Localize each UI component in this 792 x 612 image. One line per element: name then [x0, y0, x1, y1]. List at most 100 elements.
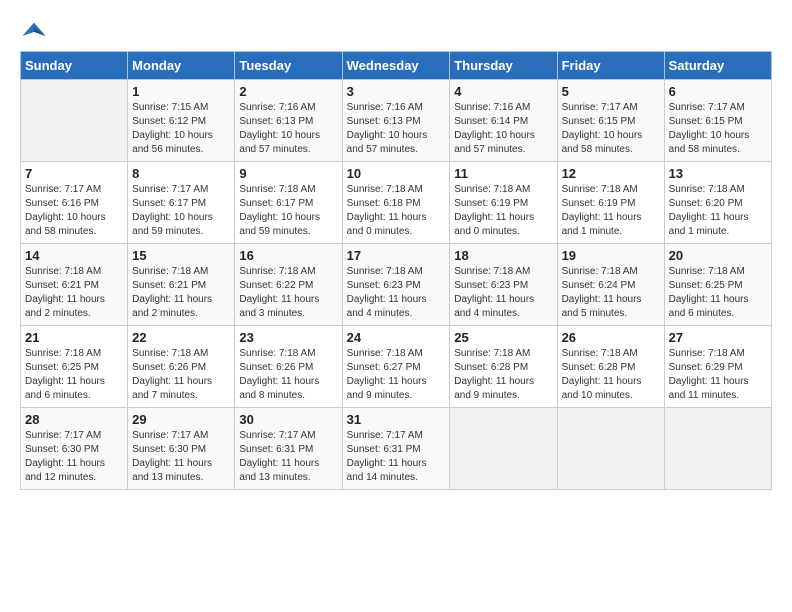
week-row-4: 21 Sunrise: 7:18 AM Sunset: 6:25 PM Dayli…	[21, 326, 772, 408]
calendar-cell: 22 Sunrise: 7:18 AM Sunset: 6:26 PM Dayli…	[128, 326, 235, 408]
calendar-cell: 31 Sunrise: 7:17 AM Sunset: 6:31 PM Dayli…	[342, 408, 450, 490]
day-number: 24	[347, 330, 446, 345]
day-info: Sunrise: 7:16 AM Sunset: 6:13 PM Dayligh…	[347, 101, 446, 157]
calendar-cell: 2 Sunrise: 7:16 AM Sunset: 6:13 PM Daylig…	[235, 80, 342, 162]
day-number: 31	[347, 412, 446, 427]
day-info: Sunrise: 7:18 AM Sunset: 6:20 PM Dayligh…	[669, 183, 767, 239]
calendar-cell: 1 Sunrise: 7:15 AM Sunset: 6:12 PM Daylig…	[128, 80, 235, 162]
calendar-cell: 3 Sunrise: 7:16 AM Sunset: 6:13 PM Daylig…	[342, 80, 450, 162]
days-header-row: SundayMondayTuesdayWednesdayThursdayFrid…	[21, 52, 772, 80]
day-info: Sunrise: 7:18 AM Sunset: 6:26 PM Dayligh…	[239, 347, 337, 403]
day-number: 17	[347, 248, 446, 263]
calendar-cell	[450, 408, 557, 490]
logo	[20, 20, 52, 41]
day-number: 19	[562, 248, 660, 263]
day-info: Sunrise: 7:17 AM Sunset: 6:31 PM Dayligh…	[347, 429, 446, 485]
day-info: Sunrise: 7:18 AM Sunset: 6:24 PM Dayligh…	[562, 265, 660, 321]
day-number: 29	[132, 412, 230, 427]
day-info: Sunrise: 7:18 AM Sunset: 6:19 PM Dayligh…	[562, 183, 660, 239]
day-number: 7	[25, 166, 123, 181]
day-number: 1	[132, 84, 230, 99]
week-row-5: 28 Sunrise: 7:17 AM Sunset: 6:30 PM Dayli…	[21, 408, 772, 490]
day-number: 9	[239, 166, 337, 181]
calendar-cell: 29 Sunrise: 7:17 AM Sunset: 6:30 PM Dayli…	[128, 408, 235, 490]
calendar-cell: 21 Sunrise: 7:18 AM Sunset: 6:25 PM Dayli…	[21, 326, 128, 408]
day-number: 13	[669, 166, 767, 181]
day-info: Sunrise: 7:16 AM Sunset: 6:14 PM Dayligh…	[454, 101, 552, 157]
day-info: Sunrise: 7:17 AM Sunset: 6:17 PM Dayligh…	[132, 183, 230, 239]
day-info: Sunrise: 7:17 AM Sunset: 6:30 PM Dayligh…	[132, 429, 230, 485]
day-info: Sunrise: 7:18 AM Sunset: 6:28 PM Dayligh…	[454, 347, 552, 403]
day-number: 3	[347, 84, 446, 99]
calendar-cell: 13 Sunrise: 7:18 AM Sunset: 6:20 PM Dayli…	[664, 162, 771, 244]
day-number: 16	[239, 248, 337, 263]
day-info: Sunrise: 7:18 AM Sunset: 6:19 PM Dayligh…	[454, 183, 552, 239]
calendar-cell: 23 Sunrise: 7:18 AM Sunset: 6:26 PM Dayli…	[235, 326, 342, 408]
day-header-wednesday: Wednesday	[342, 52, 450, 80]
day-info: Sunrise: 7:18 AM Sunset: 6:25 PM Dayligh…	[25, 347, 123, 403]
day-info: Sunrise: 7:18 AM Sunset: 6:26 PM Dayligh…	[132, 347, 230, 403]
day-info: Sunrise: 7:18 AM Sunset: 6:23 PM Dayligh…	[347, 265, 446, 321]
day-header-monday: Monday	[128, 52, 235, 80]
week-row-1: 1 Sunrise: 7:15 AM Sunset: 6:12 PM Daylig…	[21, 80, 772, 162]
day-info: Sunrise: 7:18 AM Sunset: 6:22 PM Dayligh…	[239, 265, 337, 321]
day-number: 30	[239, 412, 337, 427]
day-info: Sunrise: 7:17 AM Sunset: 6:15 PM Dayligh…	[669, 101, 767, 157]
calendar-cell: 19 Sunrise: 7:18 AM Sunset: 6:24 PM Dayli…	[557, 244, 664, 326]
day-number: 18	[454, 248, 552, 263]
calendar-cell: 28 Sunrise: 7:17 AM Sunset: 6:30 PM Dayli…	[21, 408, 128, 490]
calendar-cell: 5Sunrise: 7:17 AM Sunset: 6:15 PM Daylig…	[557, 80, 664, 162]
day-number: 23	[239, 330, 337, 345]
calendar-cell: 10 Sunrise: 7:18 AM Sunset: 6:18 PM Dayli…	[342, 162, 450, 244]
day-number: 12	[562, 166, 660, 181]
day-number: 22	[132, 330, 230, 345]
day-number: 28	[25, 412, 123, 427]
calendar-cell: 7Sunrise: 7:17 AM Sunset: 6:16 PM Daylig…	[21, 162, 128, 244]
calendar-cell: 14 Sunrise: 7:18 AM Sunset: 6:21 PM Dayli…	[21, 244, 128, 326]
calendar-cell: 30Sunrise: 7:17 AM Sunset: 6:31 PM Dayli…	[235, 408, 342, 490]
calendar-table: SundayMondayTuesdayWednesdayThursdayFrid…	[20, 51, 772, 490]
day-number: 20	[669, 248, 767, 263]
calendar-cell	[557, 408, 664, 490]
day-info: Sunrise: 7:18 AM Sunset: 6:28 PM Dayligh…	[562, 347, 660, 403]
day-info: Sunrise: 7:18 AM Sunset: 6:23 PM Dayligh…	[454, 265, 552, 321]
day-number: 10	[347, 166, 446, 181]
day-header-tuesday: Tuesday	[235, 52, 342, 80]
day-info: Sunrise: 7:16 AM Sunset: 6:13 PM Dayligh…	[239, 101, 337, 157]
calendar-cell: 20 Sunrise: 7:18 AM Sunset: 6:25 PM Dayli…	[664, 244, 771, 326]
calendar-cell: 26Sunrise: 7:18 AM Sunset: 6:28 PM Dayli…	[557, 326, 664, 408]
week-row-3: 14 Sunrise: 7:18 AM Sunset: 6:21 PM Dayli…	[21, 244, 772, 326]
day-number: 21	[25, 330, 123, 345]
day-number: 27	[669, 330, 767, 345]
day-info: Sunrise: 7:17 AM Sunset: 6:30 PM Dayligh…	[25, 429, 123, 485]
day-info: Sunrise: 7:18 AM Sunset: 6:17 PM Dayligh…	[239, 183, 337, 239]
day-info: Sunrise: 7:18 AM Sunset: 6:25 PM Dayligh…	[669, 265, 767, 321]
day-header-thursday: Thursday	[450, 52, 557, 80]
day-number: 14	[25, 248, 123, 263]
day-header-sunday: Sunday	[21, 52, 128, 80]
calendar-cell: 9 Sunrise: 7:18 AM Sunset: 6:17 PM Daylig…	[235, 162, 342, 244]
calendar-cell: 6 Sunrise: 7:17 AM Sunset: 6:15 PM Daylig…	[664, 80, 771, 162]
calendar-cell: 17 Sunrise: 7:18 AM Sunset: 6:23 PM Dayli…	[342, 244, 450, 326]
calendar-cell: 25Sunrise: 7:18 AM Sunset: 6:28 PM Dayli…	[450, 326, 557, 408]
day-number: 4	[454, 84, 552, 99]
calendar-cell	[21, 80, 128, 162]
calendar-cell: 12 Sunrise: 7:18 AM Sunset: 6:19 PM Dayli…	[557, 162, 664, 244]
day-info: Sunrise: 7:18 AM Sunset: 6:21 PM Dayligh…	[25, 265, 123, 321]
calendar-cell: 16 Sunrise: 7:18 AM Sunset: 6:22 PM Dayli…	[235, 244, 342, 326]
logo-bird-icon	[20, 21, 48, 41]
day-info: Sunrise: 7:18 AM Sunset: 6:27 PM Dayligh…	[347, 347, 446, 403]
header	[20, 20, 772, 41]
day-info: Sunrise: 7:18 AM Sunset: 6:29 PM Dayligh…	[669, 347, 767, 403]
calendar-cell: 15Sunrise: 7:18 AM Sunset: 6:21 PM Dayli…	[128, 244, 235, 326]
day-header-friday: Friday	[557, 52, 664, 80]
day-number: 6	[669, 84, 767, 99]
week-row-2: 7Sunrise: 7:17 AM Sunset: 6:16 PM Daylig…	[21, 162, 772, 244]
day-number: 2	[239, 84, 337, 99]
day-info: Sunrise: 7:15 AM Sunset: 6:12 PM Dayligh…	[132, 101, 230, 157]
calendar-cell: 8Sunrise: 7:17 AM Sunset: 6:17 PM Daylig…	[128, 162, 235, 244]
day-info: Sunrise: 7:18 AM Sunset: 6:18 PM Dayligh…	[347, 183, 446, 239]
calendar-cell: 11Sunrise: 7:18 AM Sunset: 6:19 PM Dayli…	[450, 162, 557, 244]
day-number: 5	[562, 84, 660, 99]
day-info: Sunrise: 7:18 AM Sunset: 6:21 PM Dayligh…	[132, 265, 230, 321]
